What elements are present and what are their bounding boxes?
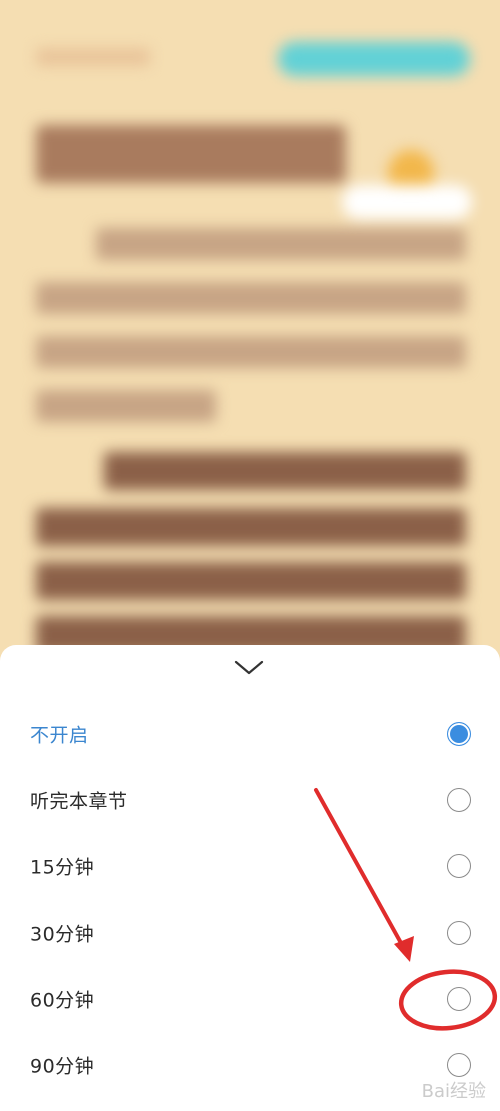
blurred-chapter-title [36, 125, 346, 183]
blurred-text-line [36, 336, 466, 368]
chevron-down-icon[interactable] [232, 655, 266, 679]
option-60-min[interactable]: 60分钟 [0, 966, 500, 1032]
blurred-text-line [36, 390, 216, 422]
timer-options-sheet: 不开启 听完本章节 15分钟 30分钟 60分钟 90分钟 [0, 645, 500, 1111]
option-label: 听完本章节 [30, 790, 128, 813]
option-label: 不开启 [30, 724, 89, 747]
blurred-text-line [36, 562, 466, 600]
blurred-text-line [96, 228, 466, 260]
radio-unselected-icon[interactable] [447, 788, 471, 812]
option-label: 30分钟 [30, 923, 95, 946]
option-off[interactable]: 不开启 [0, 701, 500, 767]
watermark-text: Bai经验 [421, 1081, 486, 1102]
blurred-text-line [36, 508, 466, 546]
radio-selected-icon[interactable] [447, 722, 471, 746]
option-label: 15分钟 [30, 856, 95, 879]
reader-background [0, 0, 500, 690]
blurred-text-line [104, 452, 466, 490]
radio-unselected-icon[interactable] [447, 854, 471, 878]
blurred-text-line [36, 282, 466, 314]
option-label: 60分钟 [30, 989, 95, 1012]
blurred-sticker [342, 185, 472, 219]
option-30-min[interactable]: 30分钟 [0, 900, 500, 966]
radio-unselected-icon[interactable] [447, 1053, 471, 1077]
blurred-page-content [0, 0, 500, 690]
radio-unselected-icon[interactable] [447, 987, 471, 1011]
blurred-header-pill [278, 42, 470, 76]
option-15-min[interactable]: 15分钟 [0, 833, 500, 899]
radio-unselected-icon[interactable] [447, 921, 471, 945]
option-finish-chapter[interactable]: 听完本章节 [0, 767, 500, 833]
option-label: 90分钟 [30, 1055, 95, 1078]
blurred-header-text [36, 48, 150, 66]
